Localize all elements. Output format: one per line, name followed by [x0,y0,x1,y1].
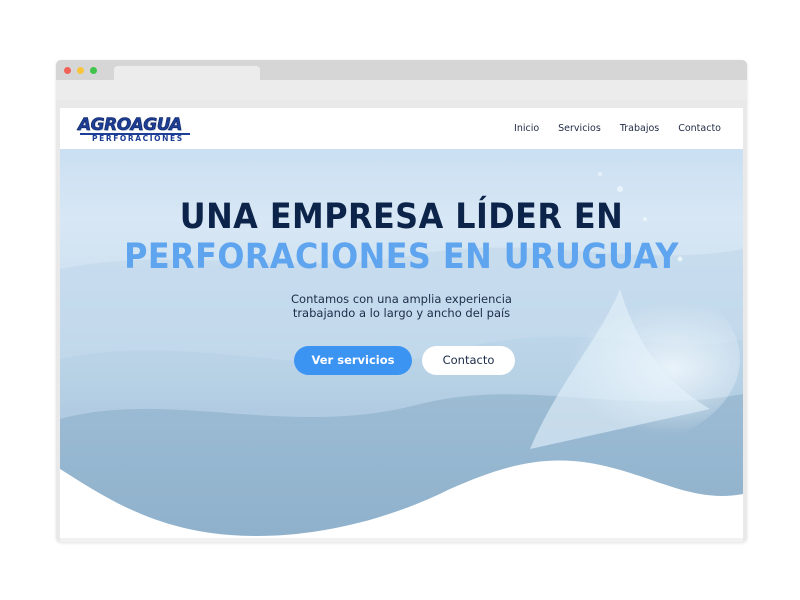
nav-link-trabajos[interactable]: Trabajos [620,122,659,136]
browser-bottom-edge [60,538,743,542]
site-header: AGROAGUA PERFORACIONES Inicio Servicios … [60,108,743,149]
site-logo[interactable]: AGROAGUA PERFORACIONES [78,115,194,143]
hero-bottom-wave [60,460,743,538]
maximize-window-icon[interactable] [90,67,97,74]
browser-tab[interactable] [114,66,260,80]
logo-tagline: PERFORACIONES [92,134,184,143]
minimize-window-icon[interactable] [77,67,84,74]
nav-link-servicios[interactable]: Servicios [558,122,601,136]
nav-link-contacto[interactable]: Contacto [678,122,721,136]
main-nav: Inicio Servicios Trabajos Contacto [495,122,721,136]
page-viewport: AGROAGUA PERFORACIONES Inicio Servicios … [60,108,743,538]
close-window-icon[interactable] [64,67,71,74]
browser-window: AGROAGUA PERFORACIONES Inicio Servicios … [56,60,747,542]
hero-section: UNA EMPRESA LÍDER EN PERFORACIONES EN UR… [60,149,743,538]
browser-titlebar [56,60,747,80]
logo-wordmark: AGROAGUA [78,115,183,135]
nav-link-inicio[interactable]: Inicio [514,122,539,136]
browser-toolbar [56,80,747,100]
